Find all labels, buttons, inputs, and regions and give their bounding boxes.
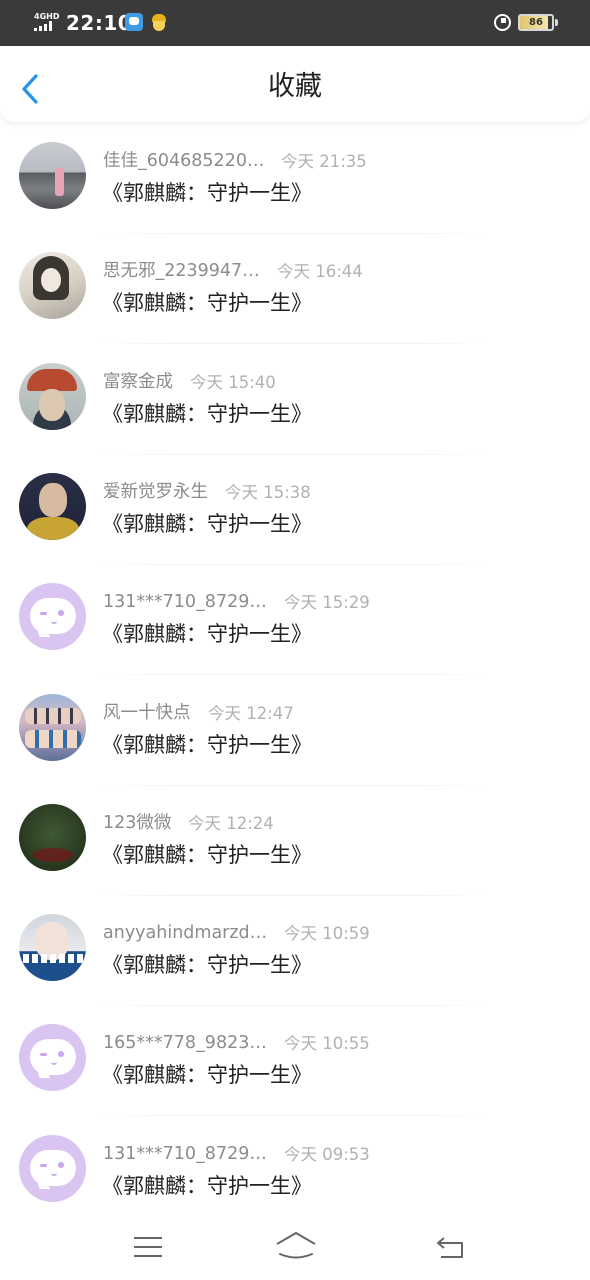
favorite-title: 《郭麒麟：守护一生》 — [102, 181, 312, 205]
signal-icon — [34, 21, 58, 31]
favorite-title: 《郭麒麟：守护一生》 — [102, 842, 312, 867]
home-icon — [276, 1232, 316, 1259]
status-bar: 4GHD 22:10 86 — [0, 0, 590, 46]
battery-percent: 86 — [529, 17, 543, 28]
favorite-title: 《郭麒麟：守护一生》 — [102, 622, 312, 647]
avatar[interactable] — [19, 803, 86, 871]
list-item[interactable]: 131***710_8729… 今天 09:53 《郭麒麟：守护一生》 — [0, 1117, 590, 1214]
user-name: 165***778_9823… — [103, 1033, 267, 1054]
user-name: 123微微 — [103, 812, 172, 833]
avatar-detail — [58, 1161, 64, 1168]
timestamp: 今天 10:59 — [284, 924, 370, 944]
list-item[interactable]: 爱新觉罗永生 今天 15:38 《郭麒麟：守护一生》 — [0, 455, 590, 565]
network-type: 4GHD — [34, 12, 60, 21]
timestamp: 今天 09:53 — [284, 1144, 370, 1164]
avatar[interactable] — [19, 693, 86, 761]
list-item[interactable]: 风一十快点 今天 12:47 《郭麒麟：守护一生》 — [0, 676, 590, 786]
favorite-title: 《郭麒麟：守护一生》 — [102, 291, 312, 316]
battery-icon: 86 — [518, 14, 554, 31]
avatar[interactable] — [19, 1024, 86, 1092]
menu-button[interactable] — [130, 1232, 166, 1262]
timestamp: 今天 21:35 — [281, 152, 367, 171]
list-item[interactable]: 佳佳_604685220… 今天 21:35 《郭麒麟：守护一生》 — [0, 124, 590, 234]
favorite-title: 《郭麒麟：守护一生》 — [102, 1063, 312, 1088]
avatar[interactable] — [19, 252, 86, 320]
list-item[interactable]: anyyahindmarzd… 今天 10:59 《郭麒麟：守护一生》 — [0, 896, 590, 1007]
avatar-detail — [40, 612, 47, 616]
avatar[interactable] — [19, 1134, 86, 1202]
list-item[interactable]: 富察金成 今天 15:40 《郭麒麟：守护一生》 — [0, 345, 590, 455]
list-item[interactable]: 165***778_9823… 今天 10:55 《郭麒麟：守护一生》 — [0, 1006, 590, 1117]
favorite-title: 《郭麒麟：守护一生》 — [102, 732, 312, 757]
avatar[interactable] — [19, 914, 86, 982]
timestamp: 今天 12:24 — [188, 813, 274, 833]
back-nav-button[interactable] — [432, 1232, 468, 1262]
alarm-icon — [494, 14, 511, 31]
page-title: 收藏 — [268, 71, 322, 102]
avatar[interactable] — [19, 362, 86, 430]
back-icon — [437, 1237, 463, 1258]
battery-tip — [555, 19, 558, 26]
favorites-list: 佳佳_604685220… 今天 21:35 《郭麒麟：守护一生》 思无邪_22399… — [0, 124, 590, 1214]
favorite-title: 《郭麒麟：守护一生》 — [102, 511, 312, 536]
timestamp: 今天 10:55 — [284, 1034, 370, 1054]
app-notification-icon — [125, 13, 143, 31]
user-name: 131***710_8729… — [103, 592, 267, 613]
list-item[interactable]: 123微微 今天 12:24 《郭麒麟：守护一生》 — [0, 786, 590, 896]
user-name: 佳佳_604685220… — [103, 151, 265, 171]
user-name: 富察金成 — [103, 371, 173, 392]
status-time: 22:10 — [66, 11, 133, 35]
timestamp: 今天 12:47 — [208, 703, 294, 723]
header-bar: 收藏 — [0, 46, 590, 122]
user-name: 思无邪_2239947… — [103, 261, 260, 282]
user-name: 131***710_8729… — [103, 1143, 267, 1164]
list-item[interactable]: 思无邪_2239947… 今天 16:44 《郭麒麟：守护一生》 — [0, 234, 590, 345]
avatar[interactable] — [19, 472, 86, 540]
user-name: anyyahindmarzd… — [103, 923, 268, 944]
favorite-title: 《郭麒麟：守护一生》 — [102, 1173, 312, 1198]
timestamp: 今天 15:29 — [284, 593, 370, 613]
timestamp: 今天 15:38 — [225, 482, 311, 502]
system-nav-bar — [0, 1214, 590, 1280]
avatar-detail — [40, 1163, 47, 1167]
timestamp: 今天 15:40 — [190, 372, 276, 392]
timestamp: 今天 16:44 — [277, 262, 363, 282]
user-name: 爱新觉罗永生 — [103, 481, 208, 502]
app-notification-icon-2 — [150, 12, 168, 32]
favorite-title: 《郭麒麟：守护一生》 — [102, 953, 312, 978]
menu-icon — [134, 1237, 162, 1239]
favorite-title: 《郭麒麟：守护一生》 — [102, 401, 312, 426]
avatar[interactable] — [19, 142, 86, 209]
avatar[interactable] — [19, 583, 86, 651]
list-item[interactable]: 131***710_8729… 今天 15:29 《郭麒麟：守护一生》 — [0, 565, 590, 676]
user-name: 风一十快点 — [103, 702, 191, 723]
home-button[interactable] — [274, 1228, 318, 1262]
